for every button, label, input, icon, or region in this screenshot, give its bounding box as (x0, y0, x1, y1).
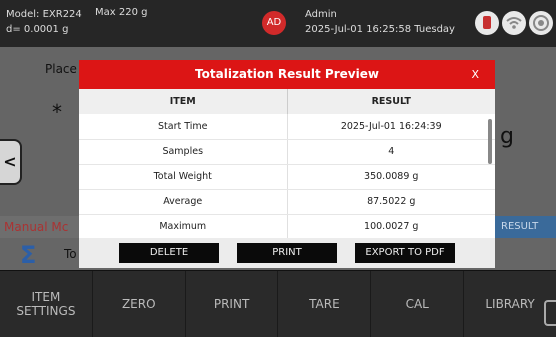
exit-icon[interactable] (544, 300, 556, 326)
item-settings-button[interactable]: ITEM SETTINGS (0, 271, 93, 337)
totalization-label: To (64, 247, 77, 261)
cal-button[interactable]: CAL (371, 271, 465, 337)
usb-icon[interactable] (475, 11, 499, 35)
print-button[interactable]: PRINT (237, 243, 337, 263)
item-settings-label: ITEM SETTINGS (16, 290, 76, 318)
sigma-icon[interactable]: Σ (20, 241, 36, 269)
row-item: Start Time (79, 114, 288, 140)
row-item: Average (79, 189, 288, 215)
dialog-body: ITEM RESULT Start Time 2025-Jul-01 16:24:… (79, 89, 495, 238)
table-row: Start Time 2025-Jul-01 16:24:39 (79, 114, 495, 140)
row-result: 100.0027 g (287, 214, 495, 238)
table-row: Samples 4 (79, 139, 495, 165)
table-row: Maximum 100.0027 g (79, 214, 495, 238)
chevron-left-icon[interactable]: < (0, 139, 22, 185)
column-header-item: ITEM (79, 89, 288, 114)
column-header-result: RESULT (287, 89, 495, 114)
dialog-title: Totalization Result Preview (195, 67, 379, 81)
row-result: 87.5022 g (287, 189, 495, 215)
library-button[interactable]: LIBRARY (464, 271, 556, 337)
unit-label: g (500, 124, 514, 149)
place-text: Place (45, 62, 77, 76)
result-tab[interactable]: RESULT (493, 216, 556, 238)
resolution-label: d= 0.0001 g (6, 24, 69, 35)
target-icon[interactable] (529, 11, 553, 35)
star-indicator: * (52, 100, 62, 124)
manual-mode-label: Manual Mc (4, 220, 69, 234)
user-name: Admin (305, 9, 337, 20)
wifi-icon[interactable] (502, 11, 526, 35)
row-result: 350.0089 g (287, 164, 495, 190)
bottom-toolbar: ITEM SETTINGS ZERO PRINT TARE CAL LIBRAR… (0, 270, 556, 337)
close-button[interactable]: X (471, 60, 479, 89)
row-item: Total Weight (79, 164, 288, 190)
delete-button[interactable]: DELETE (119, 243, 219, 263)
tare-button[interactable]: TARE (278, 271, 372, 337)
table-scrollbar[interactable] (488, 119, 492, 164)
table-row: Total Weight 350.0089 g (79, 164, 495, 190)
model-info: Model: EXR224 d= 0.0001 g (6, 7, 82, 37)
export-pdf-button[interactable]: EXPORT TO PDF (355, 243, 455, 263)
totalization-dialog: Totalization Result Preview X ITEM RESUL… (79, 60, 495, 268)
model-label: Model: EXR224 (6, 9, 82, 20)
avatar[interactable]: AD (262, 11, 286, 35)
print-toolbar-button[interactable]: PRINT (186, 271, 279, 337)
table-row: Average 87.5022 g (79, 189, 495, 215)
row-result: 4 (287, 139, 495, 165)
zero-button[interactable]: ZERO (93, 271, 186, 337)
status-bar: Model: EXR224 d= 0.0001 g Max 220 g AD A… (0, 0, 556, 47)
result-table: ITEM RESULT Start Time 2025-Jul-01 16:24:… (79, 89, 495, 238)
dialog-header: Totalization Result Preview X (79, 60, 495, 89)
row-result: 2025-Jul-01 16:24:39 (287, 114, 495, 140)
max-capacity-label: Max 220 g (95, 7, 148, 18)
row-item: Samples (79, 139, 288, 165)
row-item: Maximum (79, 214, 288, 238)
dialog-footer: DELETE PRINT EXPORT TO PDF (79, 238, 495, 268)
user-info: Admin 2025-Jul-01 16:25:58 Tuesday (305, 7, 455, 37)
datetime-label: 2025-Jul-01 16:25:58 Tuesday (305, 24, 455, 35)
